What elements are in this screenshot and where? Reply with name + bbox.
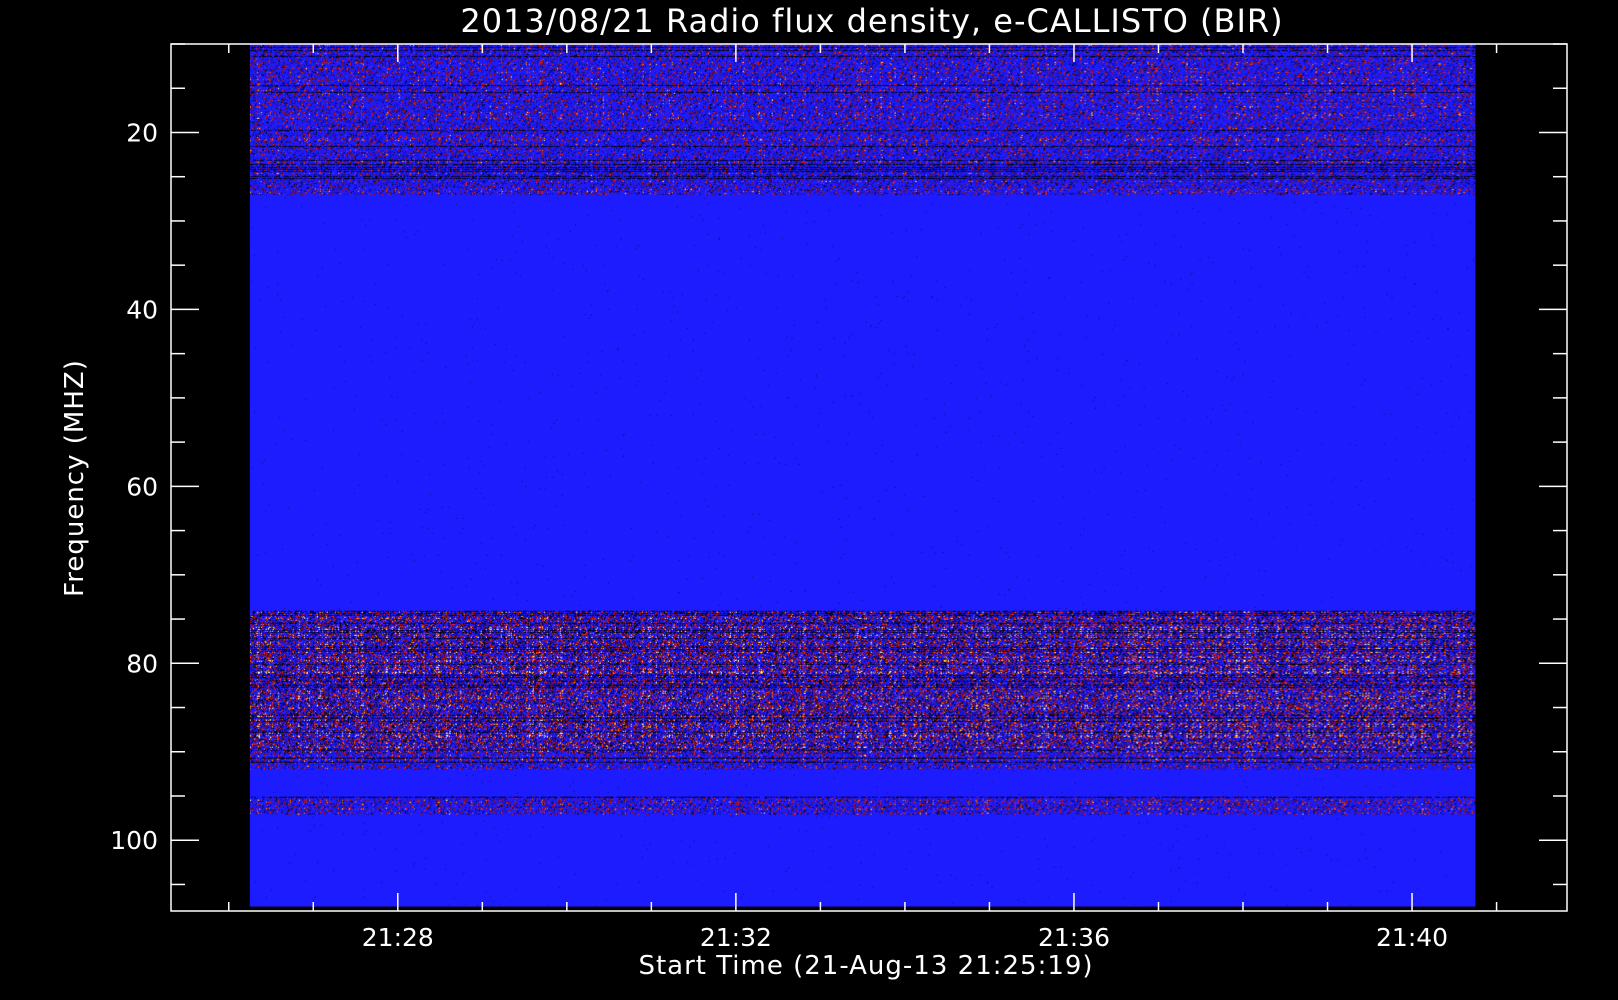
spectrogram-image (249, 44, 1476, 907)
y-axis-label: Frequency (MHZ) (60, 359, 90, 597)
x-tick-label: 21:36 (1038, 923, 1110, 952)
y-tick-label: 40 (126, 295, 158, 324)
y-tick-label: 20 (126, 118, 158, 147)
spectrogram-raster (249, 44, 1476, 907)
y-tick-label: 100 (110, 826, 158, 855)
spectrogram-chart: 2013/08/21 Radio flux density, e-CALLIST… (0, 0, 1618, 1000)
chart-title: 2013/08/21 Radio flux density, e-CALLIST… (460, 2, 1283, 40)
y-tick-label: 80 (126, 649, 158, 678)
x-tick-label: 21:40 (1376, 923, 1448, 952)
x-tick-label: 21:32 (700, 923, 772, 952)
y-tick-label: 60 (126, 472, 158, 501)
x-tick-label: 21:28 (362, 923, 434, 952)
x-axis-label: Start Time (21-Aug-13 21:25:19) (638, 951, 1093, 981)
